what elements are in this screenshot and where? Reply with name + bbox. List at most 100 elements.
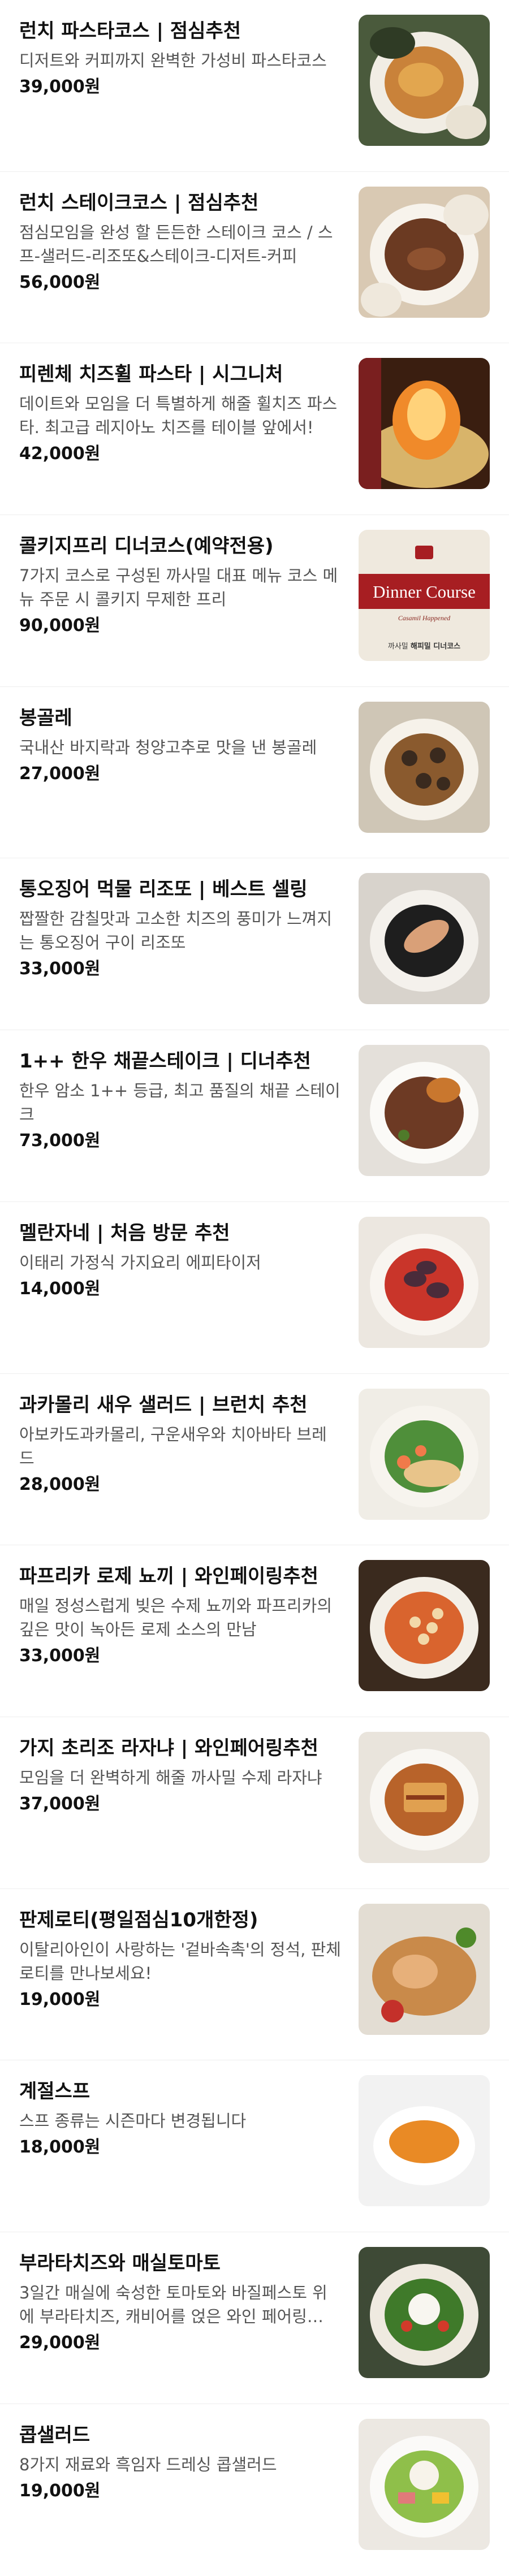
menu-item-description: 이태리 가정식 가지요리 에피타이저 <box>19 1252 261 1272</box>
menu-item-name: 1++ 한우 채끝스테이크 | 디너추천 <box>19 1050 311 1073</box>
menu-item-description: 데이트와 모임을 더 특별하게 해줄 휠치즈 파스타. 최고급 레지아노 치즈를… <box>19 394 338 438</box>
card-footer: 까사밀 해피밀 디너코스 <box>388 642 460 651</box>
pasta-course-table-photo <box>359 15 490 146</box>
menu-item-price: 56,000원 <box>19 272 101 292</box>
menu-item-thumbnail[interactable] <box>359 358 490 490</box>
card-subtitle: Casamil Happened <box>398 614 451 622</box>
menu-item-text: 과카몰리 새우 샐러드 | 브런치 추천아보카도과카몰리, 구운새우와 치아바타… <box>19 1392 342 1496</box>
cobb-salad-photo <box>359 2418 490 2550</box>
lasagna-photo <box>359 1731 490 1863</box>
menu-item-thumbnail[interactable] <box>359 1045 490 1177</box>
panzerotti-photo <box>359 1903 490 2035</box>
menu-item-thumbnail[interactable] <box>359 1903 490 2035</box>
menu-item-name: 가지 초리조 라자냐 | 와인페어링추천 <box>19 1736 318 1760</box>
menu-item-text: 판제로티(평일점심10개한정) 이탈리아인이 사랑하는 '겉바속촉'의 정석, 판… <box>19 1907 342 2011</box>
menu-item-name: 판제로티(평일점심10개한정) <box>19 1908 258 1931</box>
menu-item-name: 런치 스테이크코스 | 점심추천 <box>19 191 259 214</box>
rose-gnocchi-photo <box>359 1560 490 1692</box>
menu-item-name: 파프리카 로제 뇨끼 | 와인페이링추천 <box>19 1565 318 1588</box>
menu-item-thumbnail[interactable]: Dinner Course Casamil Happened 까사밀 해피밀 디너코… <box>359 530 490 662</box>
menu-item[interactable]: 통오징어 먹물 리조또 | 베스트 셀링 짭짤한 감칠맛과 고소한 치즈의 풍미가… <box>0 858 509 1031</box>
vongole-pasta-photo <box>359 701 490 833</box>
menu-item-text: 봉골레국내산 바지락과 청양고추로 맛을 낸 봉골레 27,000원 <box>19 705 342 785</box>
menu-item-thumbnail[interactable] <box>359 2075 490 2207</box>
menu-item-text: 콜키지프리 디너코스(예약전용) 7가지 코스로 구성된 까사밀 대표 메뉴 코스… <box>19 533 342 637</box>
menu-item-name: 콥샐러드 <box>19 2423 90 2447</box>
menu-item-price: 19,000원 <box>19 2480 101 2501</box>
menu-item-price: 33,000원 <box>19 1646 101 1666</box>
menu-item[interactable]: 런치 파스타코스 | 점심추천디저트와 커피까지 완벽한 가성비 파스타코스 39… <box>0 0 509 172</box>
menu-item[interactable]: 파프리카 로제 뇨끼 | 와인페이링추천매일 정성스럽게 빚은 수제 뇨끼와 파… <box>0 1545 509 1717</box>
menu-item-description: 스프 종류는 시즌마다 변경됩니다 <box>19 2111 247 2131</box>
guacamole-shrimp-salad-photo <box>359 1388 490 1520</box>
menu-item[interactable]: 판제로티(평일점심10개한정) 이탈리아인이 사랑하는 '겉바속촉'의 정석, 판… <box>0 1889 509 2061</box>
menu-item-text: 부라타치즈와 매실토마토 3일간 매실에 숙성한 토마토와 바질페스토 위에 부라… <box>19 2250 342 2354</box>
seasonal-soup-photo <box>359 2075 490 2207</box>
menu-item-name: 멜란자네 | 처음 방문 추천 <box>19 1221 230 1244</box>
menu-list: 런치 파스타코스 | 점심추천디저트와 커피까지 완벽한 가성비 파스타코스 39… <box>0 0 509 2575</box>
menu-item[interactable]: 계절스프 스프 종류는 시즌마다 변경됩니다 18,000원 <box>0 2060 509 2232</box>
steak-course-table-photo <box>359 186 490 318</box>
menu-item-thumbnail[interactable] <box>359 1216 490 1348</box>
menu-item[interactable]: 1++ 한우 채끝스테이크 | 디너추천한우 암소 1++ 등급, 최고 품질의… <box>0 1030 509 1202</box>
menu-item-text: 계절스프 스프 종류는 시즌마다 변경됩니다 18,000원 <box>19 2078 342 2159</box>
menu-item-thumbnail[interactable] <box>359 2418 490 2550</box>
menu-item-price: 14,000원 <box>19 1278 101 1299</box>
menu-item-text: 1++ 한우 채끝스테이크 | 디너추천한우 암소 1++ 등급, 최고 품질의… <box>19 1048 342 1152</box>
menu-item-thumbnail[interactable] <box>359 15 490 146</box>
menu-item[interactable]: 콜키지프리 디너코스(예약전용) 7가지 코스로 구성된 까사밀 대표 메뉴 코스… <box>0 515 509 687</box>
menu-item-description: 모임을 더 완벽하게 해줄 까사밀 수제 라자냐 <box>19 1767 322 1787</box>
menu-item-thumbnail[interactable] <box>359 2246 490 2378</box>
menu-item-name: 피렌체 치즈휠 파스타 | 시그니처 <box>19 363 283 386</box>
menu-item-thumbnail[interactable] <box>359 186 490 318</box>
menu-item-thumbnail[interactable] <box>359 701 490 833</box>
menu-item-description: 이탈리아인이 사랑하는 '겉바속촉'의 정석, 판체로티를 만나보세요! <box>19 1939 341 1983</box>
menu-item-description: 국내산 바지락과 청양고추로 맛을 낸 봉골레 <box>19 737 317 757</box>
menu-item-text: 피렌체 치즈휠 파스타 | 시그니처데이트와 모임을 더 특별하게 해줄 휠치즈… <box>19 361 342 465</box>
menu-item-price: 27,000원 <box>19 763 101 784</box>
menu-item-thumbnail[interactable] <box>359 1560 490 1692</box>
menu-item-text: 런치 파스타코스 | 점심추천디저트와 커피까지 완벽한 가성비 파스타코스 39… <box>19 18 342 98</box>
menu-item[interactable]: 가지 초리조 라자냐 | 와인페어링추천모임을 더 완벽하게 해줄 까사밀 수제… <box>0 1717 509 1889</box>
card-title: Dinner Course <box>373 582 476 602</box>
menu-item-name: 통오징어 먹물 리조또 | 베스트 셀링 <box>19 878 308 901</box>
menu-item-name: 과카몰리 새우 샐러드 | 브런치 추천 <box>19 1393 308 1416</box>
menu-item-name: 런치 파스타코스 | 점심추천 <box>19 20 241 42</box>
menu-item-text: 통오징어 먹물 리조또 | 베스트 셀링 짭짤한 감칠맛과 고소한 치즈의 풍미가… <box>19 876 342 980</box>
menu-item-price: 39,000원 <box>19 77 101 97</box>
melanzane-photo <box>359 1216 490 1348</box>
menu-item-thumbnail[interactable] <box>359 873 490 1005</box>
menu-item-description: 점심모임을 완성 할 든든한 스테이크 코스 / 스프-샐러드-리조또&스테이크… <box>19 222 333 266</box>
squid-ink-risotto-photo <box>359 873 490 1005</box>
menu-item-price: 29,000원 <box>19 2332 101 2353</box>
menu-item[interactable]: 봉골레국내산 바지락과 청양고추로 맛을 낸 봉골레 27,000원 <box>0 687 509 859</box>
menu-item[interactable]: 피렌체 치즈휠 파스타 | 시그니처데이트와 모임을 더 특별하게 해줄 휠치즈… <box>0 343 509 516</box>
menu-item[interactable]: 런치 스테이크코스 | 점심추천점심모임을 완성 할 든든한 스테이크 코스 /… <box>0 172 509 344</box>
menu-item[interactable]: 과카몰리 새우 샐러드 | 브런치 추천아보카도과카몰리, 구운새우와 치아바타… <box>0 1374 509 1546</box>
menu-item-price: 28,000원 <box>19 1474 101 1494</box>
menu-item-price: 37,000원 <box>19 1793 101 1814</box>
menu-item-description: 8가지 재료와 흑임자 드레싱 콥샐러드 <box>19 2454 277 2474</box>
menu-item-price: 73,000원 <box>19 1131 101 1151</box>
menu-item-description: 매일 정성스럽게 빚은 수제 뇨끼와 파프리카의 깊은 맛이 녹아든 로제 소스… <box>19 1596 333 1640</box>
hanwoo-steak-photo <box>359 1045 490 1177</box>
menu-item[interactable]: 부라타치즈와 매실토마토 3일간 매실에 숙성한 토마토와 바질페스토 위에 부라… <box>0 2232 509 2404</box>
menu-item-description: 3일간 매실에 숙성한 토마토와 바질페스토 위에 부라타치즈, 캐비어를 얹은… <box>19 2283 327 2326</box>
menu-item-text: 런치 스테이크코스 | 점심추천점심모임을 완성 할 든든한 스테이크 코스 /… <box>19 190 342 294</box>
menu-item-price: 19,000원 <box>19 1989 101 2009</box>
menu-item-description: 디저트와 커피까지 완벽한 가성비 파스타코스 <box>19 51 327 70</box>
burrata-tomato-photo <box>359 2246 490 2378</box>
menu-item-text: 멜란자네 | 처음 방문 추천이태리 가정식 가지요리 에피타이저 14,000원 <box>19 1220 342 1300</box>
menu-item-text: 파프리카 로제 뇨끼 | 와인페이링추천매일 정성스럽게 빚은 수제 뇨끼와 파… <box>19 1563 342 1667</box>
menu-item-description: 7가지 코스로 구성된 까사밀 대표 메뉴 코스 메뉴 주문 시 콜키지 무제한… <box>19 566 338 610</box>
menu-item-thumbnail[interactable] <box>359 1731 490 1863</box>
menu-item-description: 한우 암소 1++ 등급, 최고 품질의 채끝 스테이크 <box>19 1081 340 1125</box>
menu-item-description: 아보카도과카몰리, 구운새우와 치아바타 브레드 <box>19 1424 327 1468</box>
menu-item-text: 콥샐러드 8가지 재료와 흑임자 드레싱 콥샐러드 19,000원 <box>19 2422 342 2502</box>
menu-item-price: 90,000원 <box>19 616 101 636</box>
menu-item-name: 봉골레 <box>19 706 72 729</box>
dinner-course-card: Dinner Course Casamil Happened 까사밀 해피밀 디너코… <box>359 530 490 662</box>
menu-item[interactable]: 멜란자네 | 처음 방문 추천이태리 가정식 가지요리 에피타이저 14,000원 <box>0 1202 509 1374</box>
menu-item[interactable]: 콥샐러드 8가지 재료와 흑임자 드레싱 콥샐러드 19,000원 <box>0 2404 509 2576</box>
menu-item-thumbnail[interactable] <box>359 1388 490 1520</box>
